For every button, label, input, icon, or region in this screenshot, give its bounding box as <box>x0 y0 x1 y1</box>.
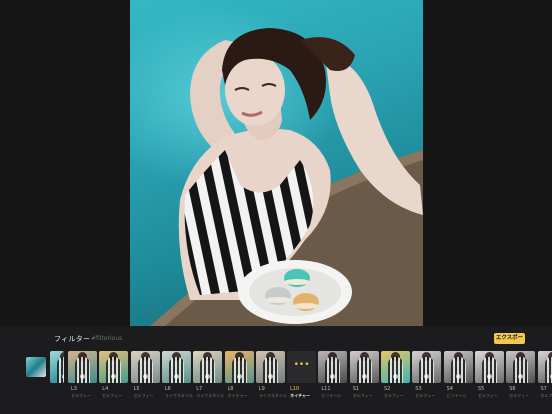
filter-thumbnail[interactable] <box>349 351 379 383</box>
filter-code: S6 <box>509 386 516 392</box>
filter-badge-icon <box>393 374 398 379</box>
thumb-figure <box>57 357 64 383</box>
filter-thumbnail[interactable] <box>318 351 348 383</box>
thumb-figure <box>356 357 372 383</box>
filter-code: L11 <box>321 386 331 392</box>
filter-category: セルフィー <box>102 393 123 398</box>
filter-badge-icon <box>80 374 85 379</box>
filter-thumbnail[interactable] <box>412 351 442 383</box>
filter-code: L10 <box>290 386 300 392</box>
filter-thumbnail[interactable] <box>193 351 223 383</box>
filter-category: ビンテージ <box>446 393 467 398</box>
filter-badge-icon <box>486 374 492 379</box>
thumb-figure <box>481 357 497 383</box>
filter-badge-icon <box>62 374 64 379</box>
thumb-figure <box>388 357 403 383</box>
filter-category: ネイチャー <box>227 393 248 398</box>
filter-code: L4 <box>102 386 109 392</box>
filter-code: S7 <box>540 386 547 392</box>
thumb-figure <box>325 357 341 383</box>
filter-thumbnail[interactable] <box>224 351 254 383</box>
filter-category: セルフィー <box>540 393 552 398</box>
filter-thumbnail[interactable] <box>130 351 160 383</box>
filter-badge-icon <box>361 374 367 379</box>
filter-category: セルフィー <box>415 393 436 398</box>
filter-code: S2 <box>384 386 391 392</box>
thumb-figure <box>450 357 466 383</box>
thumb-figure <box>200 357 216 383</box>
filter-badge-icon <box>455 374 461 379</box>
filter-code: S1 <box>352 386 360 392</box>
filter-badge-icon <box>173 374 179 379</box>
filter-category: ネイチャー <box>290 393 311 398</box>
export-button[interactable]: エクスポート <box>494 333 525 352</box>
thumb-figure <box>513 357 529 383</box>
more-icon[interactable]: ••• <box>287 351 317 383</box>
thumb-figure <box>137 357 153 383</box>
filter-thumbnail[interactable] <box>161 351 191 383</box>
thumb-figure <box>106 357 122 383</box>
filter-code: L7 <box>196 386 203 392</box>
filter-thumbnail[interactable] <box>255 351 285 383</box>
original-photo-thumb[interactable] <box>26 357 46 377</box>
filter-thumbnail[interactable] <box>68 351 97 383</box>
filter-category: ライフスタイル <box>164 393 193 398</box>
panel-title: フィルター <box>54 335 91 343</box>
filter-category: ライフスタイル <box>196 393 225 398</box>
filter-strip[interactable]: L3 セルフィー L4 セルフィー L5 セルフィー L6 ライフスタイル L7 ライフスタイル L… <box>50 350 552 414</box>
filter-badge-icon <box>142 374 148 379</box>
filter-category: セルフィー <box>477 393 498 398</box>
panel-hashtag: #filterious <box>91 335 123 342</box>
filter-thumbnail[interactable] <box>99 351 129 383</box>
filter-category: セルフィー <box>384 393 404 398</box>
photo-canvas <box>0 0 552 326</box>
thumb-figure <box>544 357 552 383</box>
filter-badge-icon <box>267 374 273 379</box>
filter-code: L3 <box>71 386 77 392</box>
filter-panel: フィルター #filterious エクスポート L3 セルフィー L4 セルフィー L… <box>0 326 552 414</box>
filter-code: L5 <box>133 386 140 392</box>
thumb-figure <box>419 357 435 383</box>
filter-thumbnail[interactable] <box>474 351 504 383</box>
filter-badge-icon <box>236 374 242 379</box>
filter-thumbnail[interactable] <box>50 351 64 383</box>
filter-category: セルフィー <box>509 393 530 398</box>
thumb-figure <box>75 357 90 383</box>
filter-category: ライフスタイル <box>258 393 287 398</box>
photo-illustration <box>150 28 423 326</box>
filter-thumbnail[interactable] <box>506 351 536 383</box>
filter-category: セルフィー <box>352 393 373 398</box>
filter-thumbnail[interactable] <box>537 351 552 383</box>
filter-category: セルフィー <box>71 393 91 398</box>
filter-code: S3 <box>415 386 422 392</box>
thumb-figure <box>168 357 184 383</box>
filter-category: ビンテージ <box>321 393 342 398</box>
filter-code: L6 <box>164 386 171 392</box>
thumb-figure <box>262 357 278 383</box>
filter-code: L8 <box>227 386 234 392</box>
filter-code: L9 <box>258 386 265 392</box>
filter-code: S5 <box>477 386 485 392</box>
edited-photo[interactable] <box>130 0 423 326</box>
filter-category: セルフィー <box>133 393 154 398</box>
filter-code: S4 <box>446 386 453 392</box>
filter-thumbnail[interactable] <box>381 351 410 383</box>
thumb-figure <box>231 357 247 383</box>
filter-thumbnail[interactable] <box>443 351 473 383</box>
